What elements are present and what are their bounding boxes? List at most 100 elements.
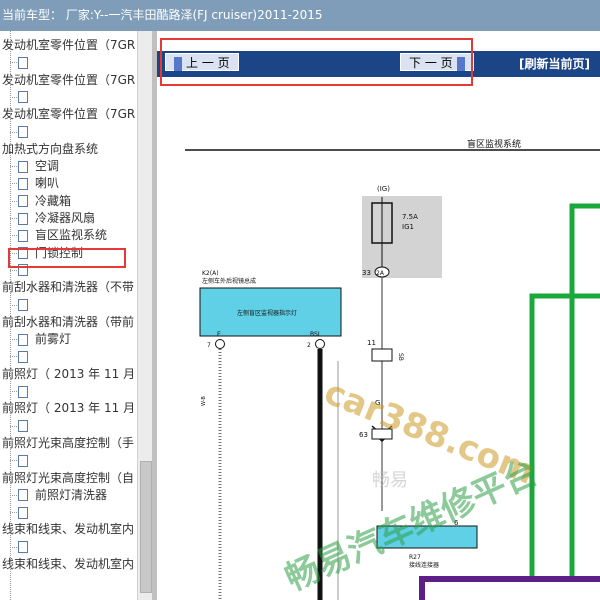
document-icon: [18, 420, 28, 433]
tree-folder-item[interactable]: 前照灯光束高度控制（自: [2, 469, 134, 487]
tree-item-label: 前照灯光束高度控制（自: [2, 470, 135, 485]
sidebar-item-selected[interactable]: 盲区监视系统: [18, 226, 107, 244]
wire-green-inner: [529, 293, 600, 576]
document-icon: [18, 56, 28, 69]
tree-item-label: 发动机室零件位置（7GR: [2, 72, 136, 87]
tree-leaf-item[interactable]: 冷藏箱: [18, 192, 71, 210]
tree-leaf-item[interactable]: [18, 538, 35, 556]
tree-item-label: 前照灯（ 2013 年 11 月: [2, 401, 136, 416]
tree-folder-item[interactable]: 发动机室零件位置（7GR: [2, 36, 135, 54]
content-pane: 上 一 页 下 一 页 [刷新当前页] 盲区监视系统 (IG) 7.5A IG1…: [157, 31, 600, 600]
tree-item-label: 前刮水器和清洗器（不带: [2, 280, 135, 295]
document-icon: [18, 385, 28, 398]
document-icon: [18, 160, 28, 173]
document-icon: [18, 299, 28, 311]
tree-leaf-item[interactable]: 前照灯清洗器: [18, 486, 107, 504]
document-icon: [18, 350, 28, 363]
sidebar-scrollbar[interactable]: [137, 31, 152, 600]
document-icon: [18, 91, 28, 104]
tree-item-label: 前照灯清洗器: [35, 487, 108, 502]
document-icon: [18, 126, 28, 138]
watermark-small: 畅易: [372, 470, 408, 491]
pin-7-marker: [215, 339, 225, 349]
document-icon: [18, 212, 28, 225]
tree-folder-item[interactable]: 线束和线束、发动机室内: [2, 520, 134, 538]
tree-leaf-item[interactable]: [18, 347, 35, 365]
tree-item-label: 喇叭: [35, 176, 60, 191]
wire-wb-label: W-B: [201, 396, 207, 406]
document-icon: [18, 506, 28, 519]
tree-item-label: 前照灯（ 2013 年 11 月: [2, 366, 136, 381]
scrollbar-thumb[interactable]: [140, 461, 152, 593]
k2-connector-label: K2(A): [202, 270, 219, 277]
tree-leaf-item[interactable]: 冷凝器风扇: [18, 209, 95, 227]
tree-item-label: 空调: [35, 159, 60, 174]
wire-sb-label: SB: [397, 353, 404, 361]
pin-2a: 2A: [376, 270, 385, 277]
tree-leaf-item[interactable]: [18, 123, 35, 141]
tree-item-label: 冷藏箱: [35, 193, 72, 208]
tree-leaf-item[interactable]: [18, 451, 35, 469]
document-icon: [18, 454, 28, 467]
tree-folder-item[interactable]: 发动机室零件位置（7GR: [2, 71, 135, 89]
tree-item-label: 发动机室零件位置（7GR: [2, 107, 136, 122]
ig-label: (IG): [377, 185, 390, 193]
tree-item-label: 线束和线束、发动机室内: [2, 557, 135, 571]
document-icon: [18, 489, 28, 502]
pin-7: 7: [207, 342, 211, 349]
r27-desc: 接线连接器: [409, 561, 439, 569]
fuse-amp: 7.5A: [402, 213, 418, 221]
tree-item-label: 前雾灯: [35, 332, 72, 347]
tree-folder-item[interactable]: 加热式方向盘系统: [2, 140, 98, 158]
tree-folder-item[interactable]: 发动机室零件位置（7GR: [2, 105, 135, 123]
tree-folder-item[interactable]: 线束和线束、发动机室内: [2, 555, 134, 573]
tree-folder-item[interactable]: 前照灯（ 2013 年 11 月: [2, 399, 135, 417]
k2-description: 左侧车外后视镜总成: [202, 277, 256, 285]
wiring-diagram: 盲区监视系统 (IG) 7.5A IG1 33 2A SB 11 G 63 6 …: [185, 138, 600, 600]
r27-label: R27: [409, 554, 421, 561]
tree-folder-item[interactable]: 前刮水器和清洗器（不带: [2, 278, 134, 296]
tree-item-label: 线束和线束、发动机室内: [2, 522, 135, 537]
tree-folder-item[interactable]: 前照灯光束高度控制（手: [2, 434, 134, 452]
diagram-title: 盲区监视系统: [467, 138, 521, 150]
tree-item-label: 盲区监视系统: [35, 228, 108, 243]
tree-item-label: 前照灯光束高度控制（手: [2, 435, 135, 450]
bsm-indicator-label: 左侧盲区监视器指示灯: [237, 309, 297, 317]
tree-vertical-line: [10, 31, 12, 600]
selection-highlight-box: [8, 248, 126, 268]
header-label: 当前车型：: [2, 8, 63, 22]
tree-folder-item[interactable]: 前照灯（ 2013 年 11 月: [2, 365, 135, 383]
pin-2-marker: [315, 339, 325, 349]
tree-leaf-item[interactable]: 前雾灯: [18, 330, 71, 348]
wire-purple: [419, 576, 600, 600]
tree-leaf-item[interactable]: [18, 88, 35, 106]
tree-leaf-item[interactable]: [18, 296, 35, 314]
tree-leaf-item[interactable]: 喇叭: [18, 174, 59, 192]
connector-11: [371, 348, 393, 362]
fuse-name: IG1: [402, 223, 414, 231]
tree-item-label: 加热式方向盘系统: [2, 141, 99, 156]
wire-green-outer: [569, 203, 600, 576]
pin-11: 11: [367, 339, 376, 347]
pin-63: 63: [359, 431, 368, 439]
sidebar-tree: 发动机室零件位置（7GR 发动机室零件位置（7GR 发动机室零件位置（7GR 加热式方…: [0, 31, 137, 600]
app-header: 当前车型： 厂家:Y--一汽丰田酷路泽(FJ cruiser)2011-2015: [0, 0, 600, 31]
tree-item-label: 发动机室零件位置（7GR: [2, 38, 136, 52]
pin-2: 2: [307, 342, 311, 349]
tree-leaf-item[interactable]: [18, 53, 35, 71]
document-icon: [18, 177, 28, 190]
vehicle-model: 厂家:Y--一汽丰田酷路泽(FJ cruiser)2011-2015: [65, 8, 323, 22]
tree-leaf-item[interactable]: [18, 382, 35, 400]
tree-item-label: 冷凝器风扇: [35, 211, 96, 225]
document-icon: [18, 195, 28, 208]
pin-bsl: BSL: [310, 331, 322, 338]
document-icon: [18, 541, 28, 554]
tree-leaf-item[interactable]: [18, 417, 35, 435]
pin-e: E: [217, 331, 221, 338]
document-icon: [18, 333, 28, 346]
pin-33: 33: [362, 269, 371, 277]
fuse-box: [362, 196, 442, 278]
tree-leaf-item[interactable]: 空调: [18, 157, 59, 175]
tree-folder-item[interactable]: 前刮水器和清洗器（带前: [2, 313, 134, 331]
tree-leaf-item[interactable]: [18, 503, 35, 521]
